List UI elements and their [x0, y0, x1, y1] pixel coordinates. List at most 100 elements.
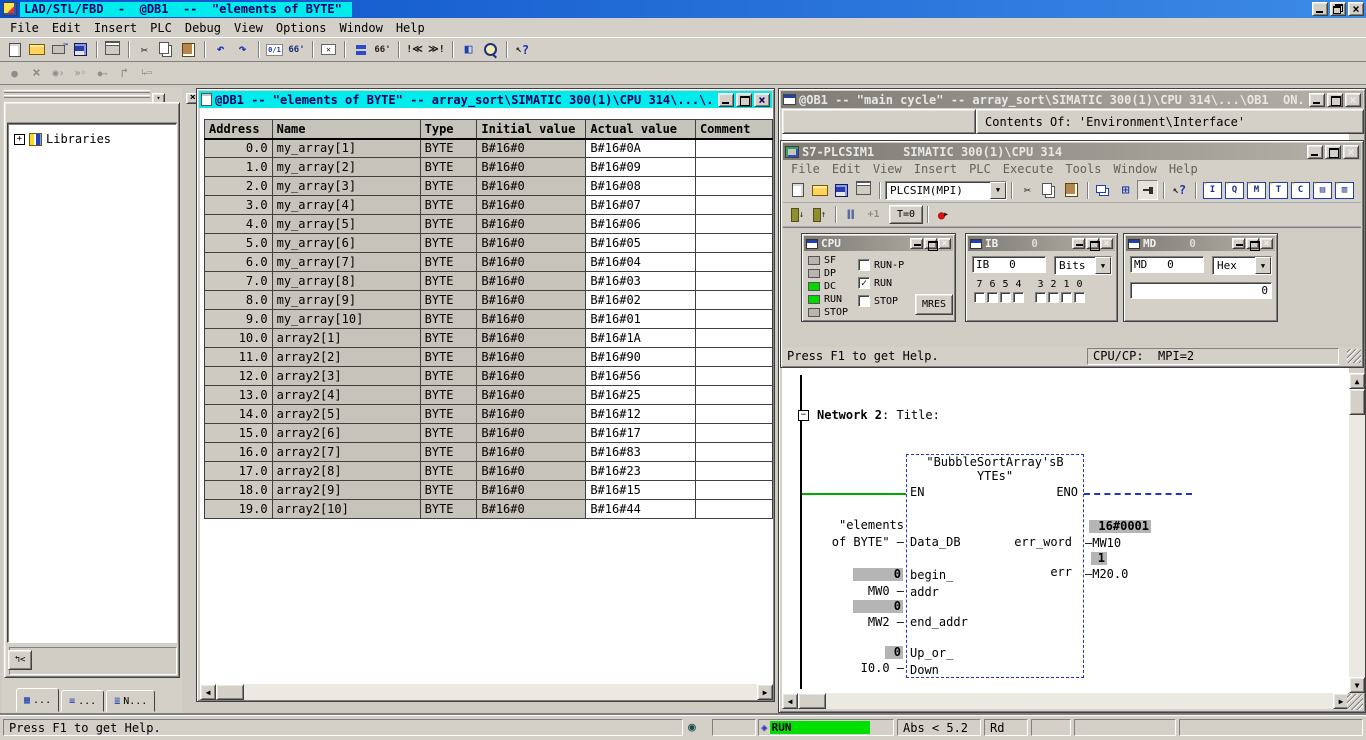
paste-icon[interactable]: [178, 40, 199, 60]
menu-plc[interactable]: PLC: [148, 20, 174, 36]
table-row[interactable]: 3.0my_array[4]BYTEB#16#0B#16#07: [205, 196, 773, 215]
menu-options[interactable]: Options: [274, 20, 329, 36]
scroll-down-button[interactable]: ▼: [1349, 677, 1365, 693]
help-icon[interactable]: [512, 40, 533, 60]
column-header[interactable]: Initial value: [477, 120, 586, 139]
plcsim-menu-insert[interactable]: Insert: [912, 161, 959, 177]
glasses-icon[interactable]: [372, 40, 393, 60]
err-operand[interactable]: —M20.0: [1085, 568, 1128, 581]
prev-error-icon[interactable]: [404, 40, 425, 60]
cascade-icon[interactable]: [1093, 180, 1114, 200]
md-format-dropdown[interactable]: Hex ▼: [1212, 256, 1272, 275]
bit-checkbox[interactable]: [1013, 292, 1024, 303]
step-bit-icon[interactable]: [787, 205, 808, 225]
resume-icon[interactable]: [92, 63, 113, 83]
table-row[interactable]: 0.0my_array[1]BYTEB#16#0B#16#0A: [205, 139, 773, 158]
ib-panel-titlebar[interactable]: IB 0: [968, 236, 1115, 251]
activate-breakpoint-icon[interactable]: [48, 63, 69, 83]
menu-edit[interactable]: Edit: [50, 20, 83, 36]
table-row[interactable]: 10.0array2[1]BYTEB#16#0B#16#1A: [205, 329, 773, 348]
data-db-operand-line1[interactable]: "elements: [809, 519, 904, 532]
monitor-icon[interactable]: [286, 40, 307, 60]
updown-operand[interactable]: I0.0 —: [809, 662, 904, 675]
menu-window[interactable]: Window: [337, 20, 384, 36]
insert-input-icon[interactable]: I: [1203, 182, 1222, 199]
table-row[interactable]: 2.0my_array[3]BYTEB#16#0B#16#08: [205, 177, 773, 196]
mres-button[interactable]: MRES: [915, 294, 953, 315]
cpu-panel-titlebar[interactable]: CPU: [804, 236, 953, 251]
menu-file[interactable]: File: [8, 20, 41, 36]
step-over-icon[interactable]: [114, 63, 135, 83]
copy-icon[interactable]: [1039, 180, 1060, 200]
copy-icon[interactable]: [156, 40, 177, 60]
plcsim-menu-execute[interactable]: Execute: [1001, 161, 1056, 177]
plcsim-titlebar[interactable]: S7-PLCSIM1 SIMATIC 300(1)\CPU 314: [783, 143, 1361, 160]
tab-networks[interactable]: ≣N...: [106, 690, 155, 712]
panel-grip[interactable]: [4, 88, 150, 100]
record-icon[interactable]: [933, 205, 954, 225]
end-operand[interactable]: MW2 —: [809, 616, 904, 629]
db1-minimize-button[interactable]: [718, 93, 734, 107]
plcsim-menu-help[interactable]: Help: [1167, 161, 1200, 177]
cpu-minimize-button[interactable]: [910, 238, 923, 249]
md-minimize-button[interactable]: [1232, 238, 1245, 249]
next-breakpoint-icon[interactable]: [70, 63, 91, 83]
cut-icon[interactable]: [1017, 180, 1038, 200]
cpu-checkboxes[interactable]: RUN-P✓RUNSTOP: [858, 259, 904, 313]
db1-titlebar[interactable]: @DB1 -- "elements of BYTE" -- array_sort…: [199, 91, 772, 108]
table-row[interactable]: 1.0my_array[2]BYTEB#16#0B#16#09: [205, 158, 773, 177]
plcsim-maximize-button[interactable]: [1325, 145, 1341, 159]
left-tabs[interactable]: ▦...≡...≣N...: [16, 690, 157, 712]
cpu-close-button[interactable]: [938, 238, 951, 249]
insert-output-icon[interactable]: Q: [1225, 182, 1244, 199]
paste-icon[interactable]: [1061, 180, 1082, 200]
new-icon[interactable]: [787, 180, 808, 200]
resize-grip[interactable]: [1347, 694, 1363, 710]
restore-button[interactable]: [1330, 2, 1346, 16]
md-panel-titlebar[interactable]: MD 0: [1126, 236, 1275, 251]
table-row[interactable]: 12.0array2[3]BYTEB#16#0B#16#56: [205, 367, 773, 386]
ib-maximize-button[interactable]: [1086, 238, 1099, 249]
t0-button[interactable]: T=0: [889, 205, 923, 224]
plcsim-toolbar-left[interactable]: [787, 180, 875, 200]
save-icon[interactable]: [70, 40, 91, 60]
plcsim-menu-file[interactable]: File: [789, 161, 822, 177]
minimize-button[interactable]: [1312, 2, 1328, 16]
tile-icon[interactable]: [1115, 180, 1136, 200]
table-row[interactable]: 13.0array2[4]BYTEB#16#0B#16#25: [205, 386, 773, 405]
new-icon[interactable]: [4, 40, 25, 60]
table-row[interactable]: 17.0array2[8]BYTEB#16#0B#16#23: [205, 462, 773, 481]
undo-icon[interactable]: [210, 40, 231, 60]
table-row[interactable]: 5.0my_array[6]BYTEB#16#0B#16#05: [205, 234, 773, 253]
plcsim-minimize-button[interactable]: [1307, 145, 1323, 159]
address-icon[interactable]: [350, 40, 371, 60]
open-icon[interactable]: [26, 40, 47, 60]
insert-arrow-button[interactable]: ↰<: [8, 650, 32, 670]
bit-checkbox[interactable]: [1048, 292, 1059, 303]
main-menubar[interactable]: FileEditInsertPLCDebugViewOptionsWindowH…: [0, 18, 1366, 38]
open-online-icon[interactable]: [48, 40, 69, 60]
help-icon[interactable]: [1169, 180, 1190, 200]
md-address-input[interactable]: MD 0: [1130, 256, 1204, 273]
ib-minimize-button[interactable]: [1072, 238, 1085, 249]
plcsim-menu-edit[interactable]: Edit: [830, 161, 863, 177]
menu-insert[interactable]: Insert: [92, 20, 139, 36]
ib-close-button[interactable]: [1100, 238, 1113, 249]
md-close-button[interactable]: [1260, 238, 1273, 249]
begin-operand[interactable]: MW0 —: [809, 585, 904, 598]
bit-checkbox[interactable]: [987, 292, 998, 303]
table-row[interactable]: 19.0array2[10]BYTEB#16#0B#16#44: [205, 500, 773, 519]
pin-icon[interactable]: [1137, 180, 1158, 200]
table-row[interactable]: 14.0array2[5]BYTEB#16#0B#16#12: [205, 405, 773, 424]
md-maximize-button[interactable]: [1246, 238, 1259, 249]
bit-checkbox[interactable]: [1035, 292, 1046, 303]
ib-format-dropdown[interactable]: Bits ▼: [1054, 256, 1112, 275]
libraries-tree[interactable]: + Libraries: [7, 123, 177, 643]
insert-generic-icon[interactable]: ▤: [1313, 182, 1332, 199]
plcsim-menu-view[interactable]: View: [871, 161, 904, 177]
preview-icon[interactable]: [480, 40, 501, 60]
table-row[interactable]: 11.0array2[2]BYTEB#16#0B#16#90: [205, 348, 773, 367]
network-header[interactable]: Network 2: [817, 408, 882, 422]
close-button[interactable]: [1348, 2, 1364, 16]
scroll-left-button[interactable]: ◀: [200, 684, 216, 700]
